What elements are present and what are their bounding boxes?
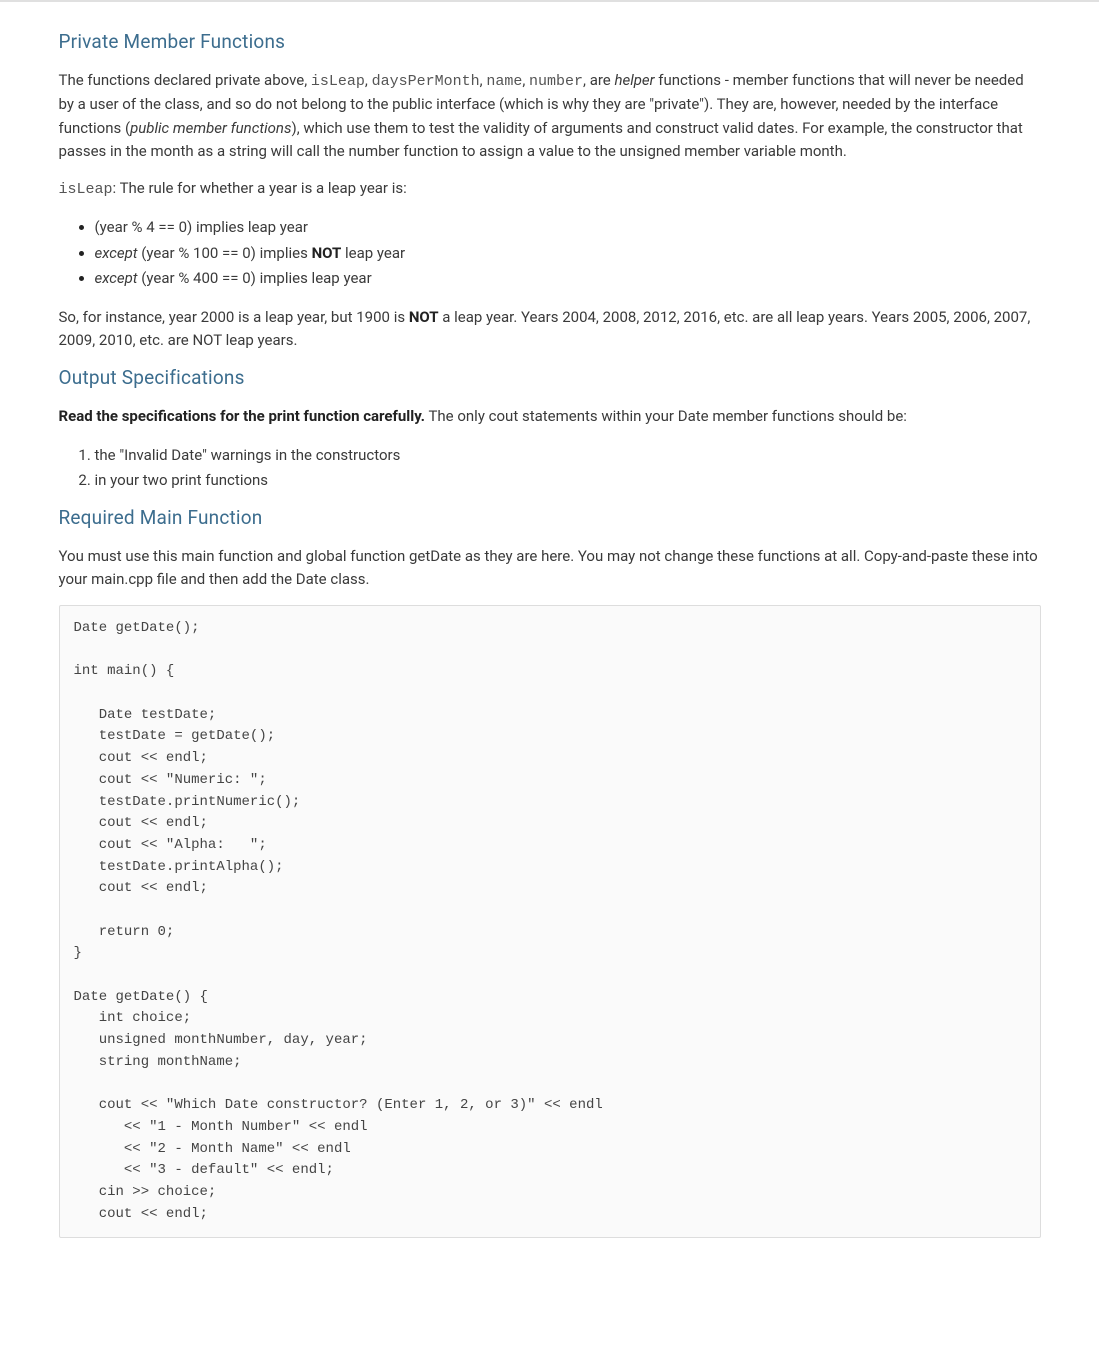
text: ,	[365, 71, 372, 89]
paragraph-main-instructions: You must use this main function and glob…	[59, 545, 1041, 592]
leap-year-rules-list: (year % 4 == 0) implies leap year except…	[59, 215, 1041, 292]
code-isleap: isLeap	[59, 181, 113, 198]
text: ,	[522, 71, 529, 89]
code-isleap: isLeap	[311, 73, 365, 90]
code-block-main: Date getDate(); int main() { Date testDa…	[59, 605, 1041, 1238]
text: (year % 400 == 0) implies leap year	[138, 269, 372, 287]
list-item: except (year % 400 == 0) implies leap ye…	[95, 266, 1041, 292]
strong-not: NOT	[409, 308, 439, 326]
code-number: number	[529, 73, 583, 90]
list-item: in your two print functions	[95, 468, 1041, 494]
list-item: (year % 4 == 0) implies leap year	[95, 215, 1041, 241]
code-name: name	[486, 73, 522, 90]
strong-not: NOT	[312, 244, 342, 262]
text: : The rule for whether a year is a leap …	[113, 179, 407, 197]
text: leap year	[341, 244, 405, 262]
text: , are	[583, 71, 614, 89]
text: So, for instance, year 2000 is a leap ye…	[59, 308, 409, 326]
heading-required-main-function: Required Main Function	[59, 506, 1041, 529]
code-dayspermonth: daysPerMonth	[372, 73, 480, 90]
em-helper: helper	[614, 71, 654, 89]
document-content: Private Member Functions The functions d…	[35, 2, 1065, 1238]
em-except: except	[95, 244, 138, 262]
em-except: except	[95, 269, 138, 287]
paragraph-leap-examples: So, for instance, year 2000 is a leap ye…	[59, 306, 1041, 353]
strong-read-spec: Read the specifications for the print fu…	[59, 407, 426, 425]
em-public-member-functions: public member functions	[130, 119, 291, 137]
paragraph-helper-functions: The functions declared private above, is…	[59, 69, 1041, 163]
paragraph-output-spec: Read the specifications for the print fu…	[59, 405, 1041, 428]
list-item: the "Invalid Date" warnings in the const…	[95, 443, 1041, 469]
heading-output-specifications: Output Specifications	[59, 366, 1041, 389]
cout-locations-list: the "Invalid Date" warnings in the const…	[59, 443, 1041, 494]
text: The only cout statements within your Dat…	[425, 407, 907, 425]
text: (year % 100 == 0) implies	[138, 244, 312, 262]
paragraph-isleap-rule: isLeap: The rule for whether a year is a…	[59, 177, 1041, 201]
text: The functions declared private above,	[59, 71, 311, 89]
list-item: except (year % 100 == 0) implies NOT lea…	[95, 241, 1041, 267]
heading-private-member-functions: Private Member Functions	[59, 30, 1041, 53]
